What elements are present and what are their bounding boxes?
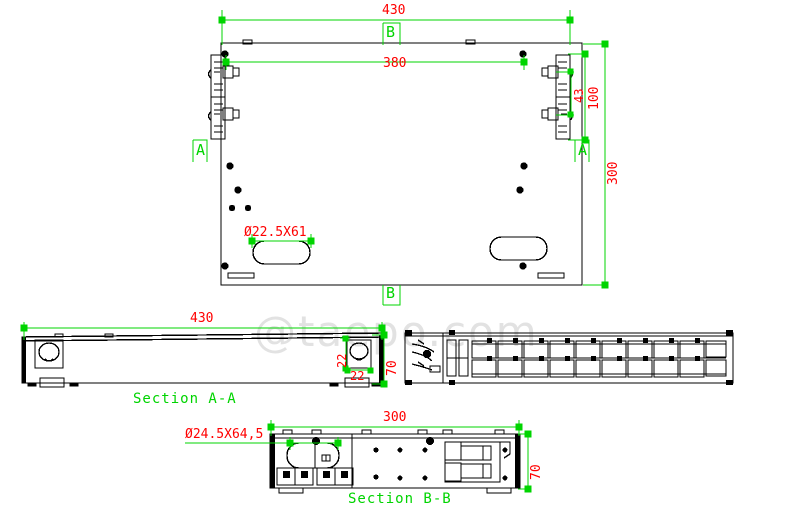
dimension-layer [20,10,609,493]
dim-aa-length: 430 [190,311,214,326]
dim-top-inner-width: 380 [383,56,407,71]
section-mark-b-bottom: B [386,284,396,302]
dim-top-bracket-spacing: 43 [572,88,586,103]
dim-bb-height: 70 [529,464,544,480]
section-mark-a-right: A [578,141,588,159]
label-section-aa: Section A-A [133,391,237,407]
dim-top-oval-hole: Ø22.5X61 [244,225,307,240]
dim-top-bracket-height: 100 [587,86,602,110]
dim-aa-knockout-width: 22 [350,369,365,383]
dim-bb-oval-hole: Ø24.5X64,5 [185,427,264,442]
section-mark-a-left: A [196,141,206,159]
section-mark-b-top: B [386,23,396,41]
label-section-bb: Section B-B [348,491,452,507]
dim-bb-width: 300 [383,410,407,425]
dim-aa-knockout-offset: 22 [335,353,349,368]
dim-top-overall-width: 430 [382,3,406,18]
dim-top-overall-height: 300 [606,161,621,185]
dim-aa-height: 70 [385,360,400,376]
drawing-canvas: @taepo.com 430 380 300 100 43 Ø22.5X61 A… [0,0,789,522]
